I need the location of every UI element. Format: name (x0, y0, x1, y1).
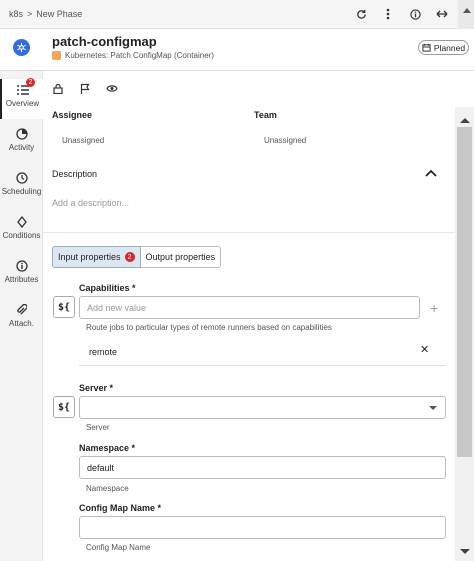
pie-icon (15, 127, 28, 140)
sidebar-item-attachments[interactable]: Attach. (0, 299, 43, 339)
config-map-name-input[interactable] (79, 516, 446, 539)
eye-icon[interactable] (106, 82, 118, 94)
more-vertical-icon[interactable] (382, 8, 394, 20)
namespace-input[interactable]: default (79, 456, 446, 479)
sidebar-item-label: Activity (8, 143, 35, 152)
sidebar-item-attributes[interactable]: Attributes (0, 255, 43, 295)
task-subtitle: Kubernetes: Patch ConfigMap (Container) (52, 51, 214, 60)
sidebar-item-overview[interactable]: 2 Overview (0, 78, 43, 119)
config-map-name-label: Config Map Name * (79, 503, 162, 513)
calendar-icon (422, 43, 431, 52)
expand-horizontal-icon[interactable] (436, 8, 448, 20)
expression-toggle-button[interactable]: ${ (53, 396, 75, 418)
tab-input-properties[interactable]: Input properties 2 (52, 246, 141, 268)
sidebar-item-activity[interactable]: Activity (0, 123, 43, 163)
assignee-label: Assignee (52, 110, 93, 120)
sidebar-item-label: Overview (5, 99, 40, 108)
sidebar-item-label: Scheduling (1, 187, 42, 196)
namespace-help: Namespace (86, 484, 129, 493)
server-label: Server * (79, 383, 114, 393)
info-icon (15, 259, 28, 272)
breadcrumb-current: New Phase (36, 9, 83, 19)
close-icon[interactable]: ✕ (420, 345, 429, 356)
scroll-up-icon[interactable] (460, 113, 470, 123)
overview-badge: 2 (26, 78, 35, 87)
capabilities-help: Route jobs to particular types of remote… (86, 323, 332, 332)
top-bar: k8s > New Phase (0, 0, 474, 29)
team-label: Team (254, 110, 277, 120)
list-item: remote ✕ (79, 340, 446, 366)
properties-tabs: Input properties 2 Output properties (52, 246, 222, 268)
top-scrollbar[interactable] (458, 0, 474, 29)
task-toolbar (52, 81, 118, 95)
capabilities-label: Capabilities * (79, 283, 136, 293)
description-input[interactable]: Add a description... (52, 198, 129, 208)
breadcrumb-separator: > (27, 9, 33, 19)
tab-label: Input properties (58, 252, 121, 262)
description-label: Description (52, 169, 98, 179)
sidebar-item-label: Attributes (4, 275, 39, 284)
task-type-icon (52, 51, 61, 60)
divider (43, 232, 455, 233)
task-type-label: Kubernetes: Patch ConfigMap (Container) (65, 51, 214, 60)
info-icon[interactable] (409, 8, 421, 20)
config-map-name-help: Config Map Name (86, 543, 151, 552)
scrollbar-thumb[interactable] (457, 127, 472, 457)
chevron-down-icon (429, 406, 437, 414)
tab-badge: 2 (124, 252, 135, 262)
status-badge[interactable]: Planned (418, 40, 469, 55)
capabilities-input[interactable]: Add new value (79, 296, 420, 319)
scroll-down-icon[interactable] (460, 549, 470, 559)
lock-icon[interactable] (52, 82, 64, 94)
sidebar-item-label: Attach. (9, 319, 34, 328)
sidebar-item-scheduling[interactable]: Scheduling (0, 167, 43, 207)
breadcrumb: k8s > New Phase (9, 9, 82, 19)
chevron-up-icon[interactable] (425, 168, 437, 178)
clock-icon (15, 171, 28, 184)
tab-label: Output properties (145, 252, 216, 262)
namespace-label: Namespace * (79, 443, 136, 453)
server-help: Server (86, 423, 110, 432)
add-icon[interactable]: + (430, 301, 438, 315)
list-icon: 2 (16, 78, 35, 96)
capability-value: remote (89, 347, 118, 357)
server-select[interactable] (79, 396, 446, 419)
sidebar-item-label: Conditions (2, 231, 41, 240)
team-value[interactable]: Unassigned (264, 136, 306, 145)
refresh-icon[interactable] (355, 8, 367, 20)
assignee-value[interactable]: Unassigned (62, 136, 104, 145)
tab-output-properties[interactable]: Output properties (140, 246, 222, 268)
paperclip-icon (15, 303, 28, 316)
diamond-icon (15, 215, 28, 228)
expression-toggle-button[interactable]: ${ (53, 296, 75, 318)
sidebar: 2 Overview Activity Scheduling Condition… (0, 71, 43, 561)
kubernetes-logo-icon (13, 39, 30, 56)
task-title[interactable]: patch-configmap (52, 34, 157, 49)
status-label: Planned (433, 42, 466, 53)
flag-icon[interactable] (79, 82, 91, 94)
sidebar-item-conditions[interactable]: Conditions (0, 211, 43, 251)
task-header: patch-configmap Kubernetes: Patch Config… (0, 29, 474, 71)
main-scrollbar[interactable] (455, 107, 474, 561)
breadcrumb-root[interactable]: k8s (9, 9, 23, 19)
